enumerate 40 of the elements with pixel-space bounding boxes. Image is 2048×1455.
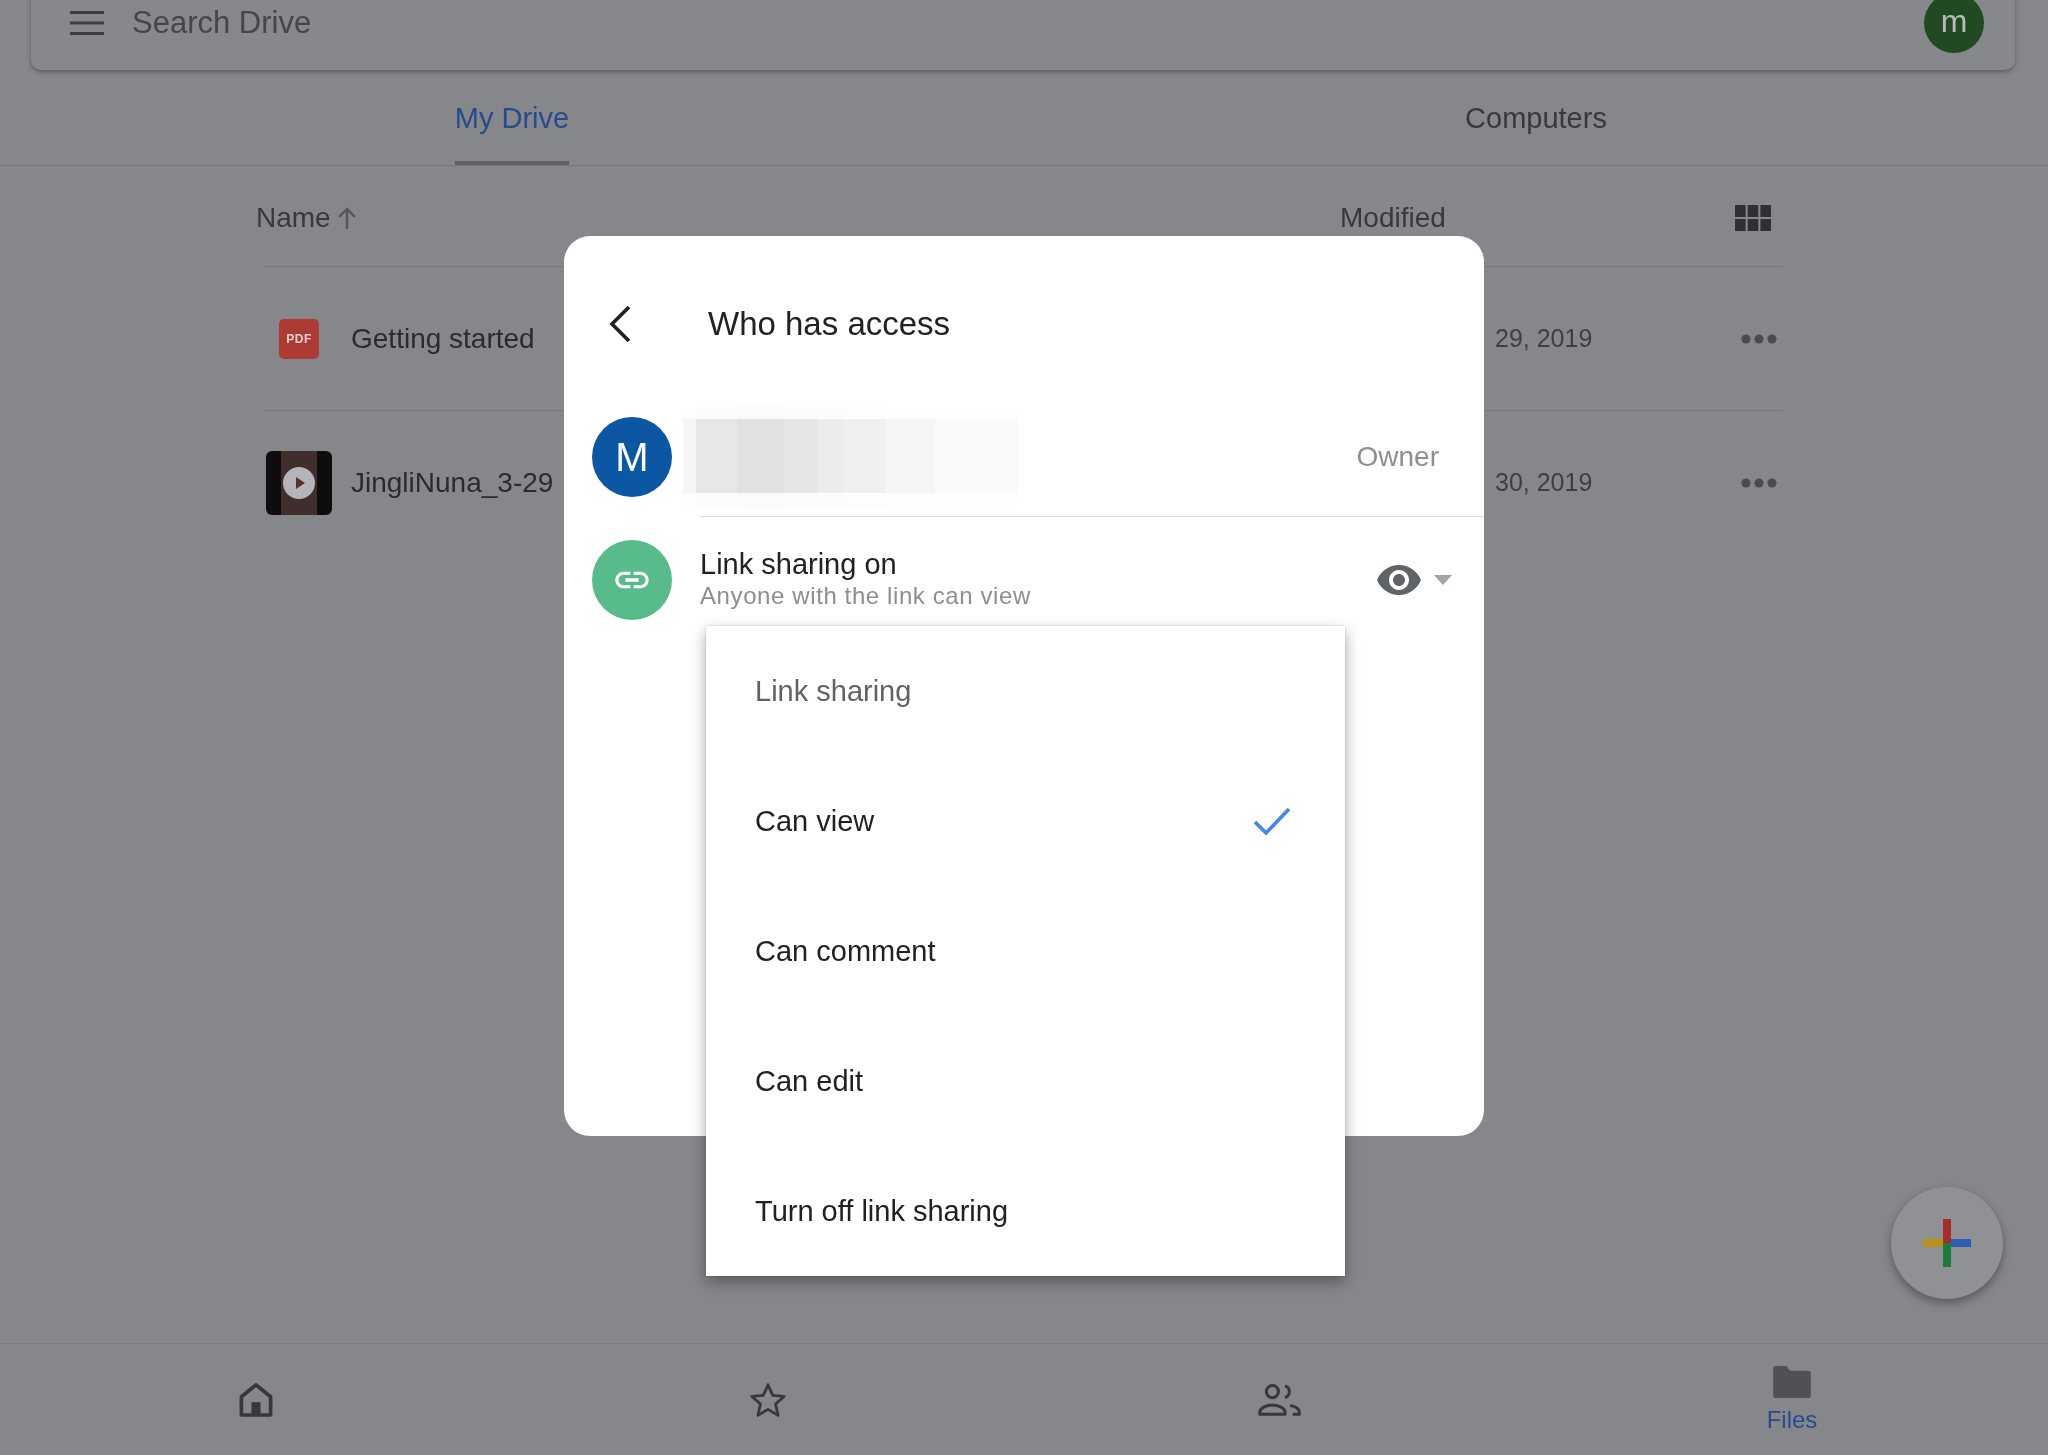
column-header[interactable]: Modified: [1340, 202, 1446, 234]
eye-icon[interactable]: [1377, 565, 1421, 595]
pdf-icon: PDF: [279, 318, 319, 359]
column-header[interactable]: Name: [256, 202, 357, 234]
menu-heading: Link sharing: [755, 674, 912, 708]
file-name: Getting started: [351, 322, 535, 355]
play-icon: [283, 466, 315, 499]
home-icon: [239, 1382, 273, 1417]
more-icon[interactable]: [1741, 333, 1777, 344]
plus-icon: [1923, 1219, 1971, 1267]
menu-option[interactable]: Can comment: [706, 886, 1345, 1016]
nav-tab[interactable]: [750, 1382, 786, 1417]
tab[interactable]: Computers: [1465, 70, 1607, 165]
star-icon: [750, 1382, 786, 1417]
more-icon[interactable]: [1741, 477, 1777, 488]
search-field[interactable]: Search Drive: [132, 2, 1904, 43]
link-sharing-title: Link sharing on: [700, 548, 897, 580]
account-avatar[interactable]: m: [1924, 0, 1984, 53]
nav-tab[interactable]: [239, 1382, 273, 1417]
folder-icon: [1771, 1366, 1813, 1398]
owner-avatar: M: [592, 417, 672, 497]
link-sharing-subtitle: Anyone with the link can view: [700, 581, 1031, 611]
new-button[interactable]: [1891, 1187, 2003, 1299]
menu-option[interactable]: Turn off link sharing: [706, 1146, 1345, 1276]
people-icon: [1257, 1383, 1303, 1416]
caret-icon[interactable]: [1434, 575, 1452, 585]
dialog-title: Who has access: [708, 305, 951, 343]
file-name: JingliNuna_3-29: [351, 466, 554, 499]
modified-date: 29, 2019: [1495, 324, 1593, 352]
grid-view-icon[interactable]: [1735, 205, 1771, 231]
link-icon: [592, 540, 672, 620]
back-icon[interactable]: [608, 305, 632, 343]
menu-option[interactable]: Can edit: [706, 1016, 1345, 1146]
role-label: Owner: [1356, 441, 1439, 473]
nav-tab[interactable]: [1257, 1383, 1303, 1416]
menu-option[interactable]: Can view: [706, 756, 1345, 886]
check-icon: [1253, 806, 1291, 836]
menu-icon[interactable]: [70, 10, 104, 35]
arrow-up-icon: [336, 206, 357, 230]
modified-date: 30, 2019: [1495, 468, 1593, 496]
